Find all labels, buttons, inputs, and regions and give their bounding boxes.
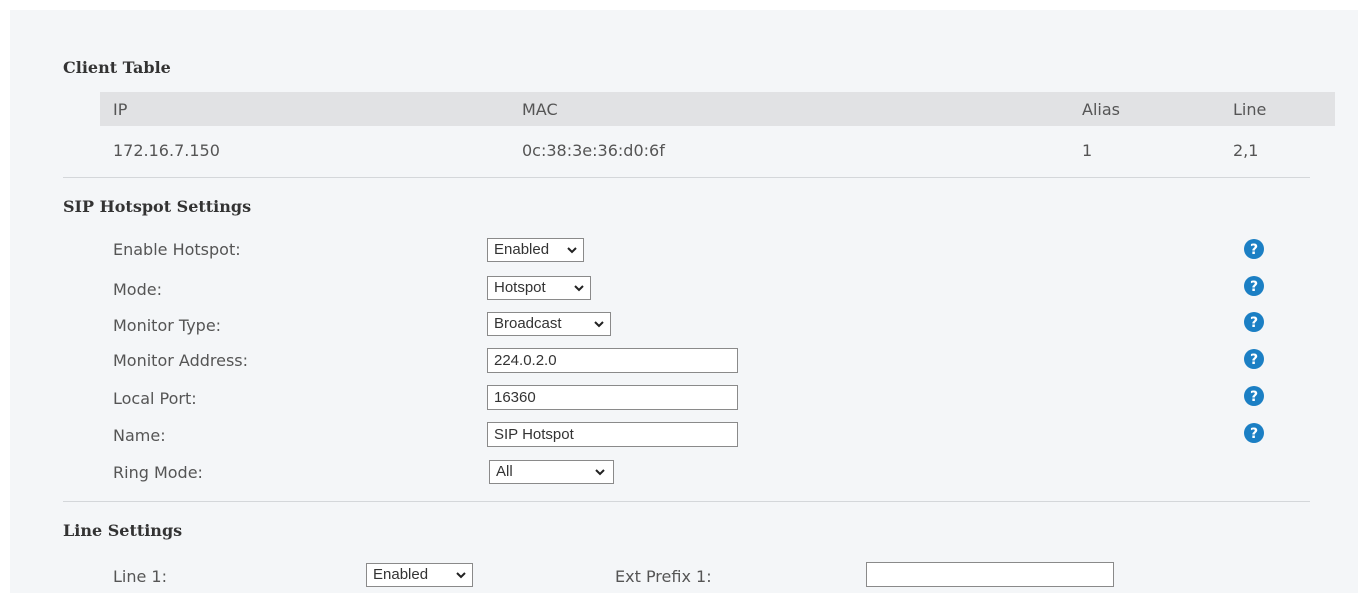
column-header-line: Line	[1233, 100, 1267, 119]
monitor-type-label: Monitor Type:	[113, 316, 222, 335]
chevron-down-icon	[456, 572, 466, 579]
column-header-mac: MAC	[522, 100, 558, 119]
column-header-alias: Alias	[1082, 100, 1120, 119]
ext-prefix-1-label: Ext Prefix 1:	[615, 567, 712, 586]
chevron-down-icon	[594, 321, 604, 328]
ring-mode-value: All	[496, 463, 513, 480]
local-port-label: Local Port:	[113, 389, 197, 408]
help-circle-icon[interactable]: ?	[1244, 276, 1264, 296]
chevron-down-icon	[595, 469, 605, 476]
mode-label: Mode:	[113, 280, 162, 299]
monitor-address-input[interactable]: 224.0.2.0	[487, 348, 738, 373]
client-line-cell: 2,1	[1233, 141, 1259, 160]
line-1-label: Line 1:	[113, 567, 167, 586]
client-ip-cell: 172.16.7.150	[113, 141, 220, 160]
chevron-down-icon	[574, 285, 584, 292]
client-table-title: Client Table	[63, 58, 171, 77]
enable-hotspot-label: Enable Hotspot:	[113, 240, 241, 259]
monitor-address-label: Monitor Address:	[113, 351, 249, 370]
help-circle-icon[interactable]: ?	[1244, 312, 1264, 332]
help-circle-icon[interactable]: ?	[1244, 386, 1264, 406]
name-label: Name:	[113, 426, 166, 445]
monitor-type-value: Broadcast	[494, 315, 562, 332]
enable-hotspot-value: Enabled	[494, 241, 550, 258]
svg-text:?: ?	[1250, 389, 1258, 405]
line-1-select[interactable]: Enabled	[366, 563, 473, 587]
svg-text:?: ?	[1250, 315, 1258, 331]
client-alias-cell: 1	[1082, 141, 1093, 160]
help-circle-icon[interactable]: ?	[1244, 349, 1264, 369]
enable-hotspot-select[interactable]: Enabled	[487, 238, 584, 262]
ext-prefix-1-input[interactable]	[866, 562, 1114, 587]
column-header-ip: IP	[113, 100, 128, 119]
svg-text:?: ?	[1250, 242, 1258, 258]
client-table-header	[100, 92, 1335, 126]
ring-mode-label: Ring Mode:	[113, 463, 203, 482]
name-input[interactable]: SIP Hotspot	[487, 422, 738, 447]
line-1-value: Enabled	[373, 566, 429, 583]
mode-select[interactable]: Hotspot	[487, 276, 591, 300]
svg-text:?: ?	[1250, 352, 1258, 368]
chevron-down-icon	[567, 247, 577, 254]
section-divider	[63, 177, 1310, 178]
svg-text:?: ?	[1250, 279, 1258, 295]
local-port-input[interactable]: 16360	[487, 385, 738, 410]
ring-mode-select[interactable]: All	[489, 460, 614, 484]
client-mac-cell: 0c:38:3e:36:d0:6f	[522, 141, 665, 160]
help-circle-icon[interactable]: ?	[1244, 423, 1264, 443]
mode-value: Hotspot	[494, 279, 546, 296]
section-divider	[63, 501, 1310, 502]
monitor-type-select[interactable]: Broadcast	[487, 312, 611, 336]
line-settings-title: Line Settings	[63, 521, 183, 540]
sip-hotspot-title: SIP Hotspot Settings	[63, 197, 252, 216]
svg-text:?: ?	[1250, 426, 1258, 442]
help-circle-icon[interactable]: ?	[1244, 239, 1264, 259]
